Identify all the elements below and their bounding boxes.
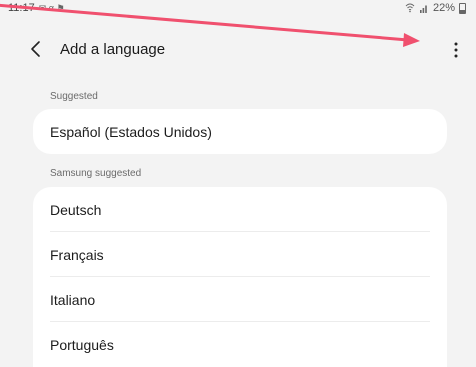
chevron-left-icon [31,41,40,57]
language-label: Italiano [50,291,96,308]
signal-icon [419,5,427,13]
language-label: Español (Estados Unidos) [50,123,212,140]
battery-icon [459,2,466,14]
language-label: Português [50,336,114,353]
suggested-card: Español (Estados Unidos) [33,109,447,154]
language-label: Deutsch [50,201,102,218]
battery-percent: 22% [432,2,455,14]
language-item-portugues[interactable]: Português [33,322,447,367]
more-options-button[interactable] [444,36,468,64]
notification-icons: ✉ α ⚑ [38,2,65,13]
status-time-group: 11:17 ✉ α ⚑ [8,2,65,14]
wifi-icon [405,3,415,13]
status-right-group: 22% [405,2,466,14]
section-label-samsung-suggested: Samsung suggested [50,168,142,179]
status-time: 11:17 [8,2,35,14]
language-item-francais[interactable]: Français [33,232,447,277]
language-label: Français [50,246,104,263]
top-app-bar: Add a language [0,30,476,72]
more-vertical-icon [454,42,458,58]
language-item-spanish-us[interactable]: Español (Estados Unidos) [33,109,447,154]
back-button[interactable] [24,36,46,62]
language-item-deutsch[interactable]: Deutsch [33,187,447,232]
section-label-suggested: Suggested [50,91,98,102]
status-bar: 11:17 ✉ α ⚑ 22% [0,0,476,22]
page-title: Add a language [60,41,166,58]
samsung-suggested-card: Deutsch Français Italiano Português [33,187,447,367]
language-item-italiano[interactable]: Italiano [33,277,447,322]
